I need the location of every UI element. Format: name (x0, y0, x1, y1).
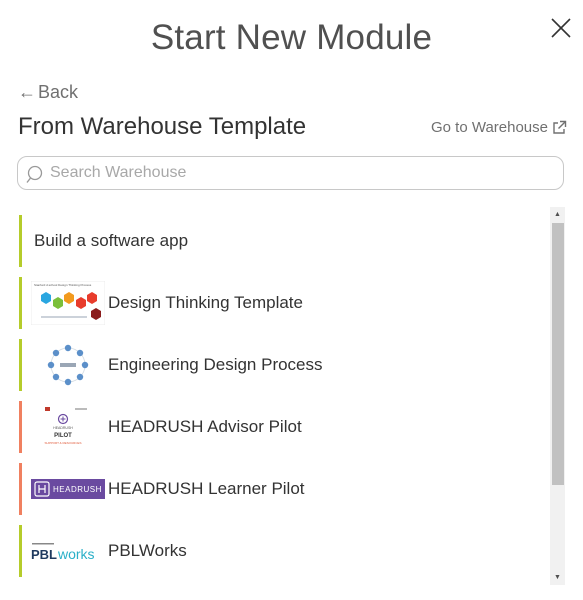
back-label: Back (38, 82, 79, 102)
modal-title: Start New Module (150, 18, 433, 57)
scroll-up-arrow-icon[interactable]: ▲ (550, 207, 565, 222)
headrush-banner-thumbnail: HEADRUSH (31, 467, 105, 511)
template-label: Engineering Design Process (108, 355, 323, 374)
search-icon (26, 165, 43, 183)
list-item[interactable]: HEADRUSH HEADRUSH Learner Pilot (19, 463, 542, 515)
headrush-banner-text: HEADRUSH (53, 485, 102, 494)
back-link[interactable]: ← Back (18, 82, 78, 103)
template-label: Design Thinking Template (108, 293, 303, 312)
engineering-cycle-thumbnail (31, 343, 105, 387)
external-link-icon (553, 120, 567, 134)
close-icon[interactable] (549, 16, 573, 40)
template-label: HEADRUSH Advisor Pilot (108, 417, 302, 436)
headrush-small-text: HEADRUSH (53, 426, 73, 430)
design-thumb-title: Stanford d.school Design Thinking Proces… (34, 283, 92, 287)
template-label: HEADRUSH Learner Pilot (108, 479, 305, 498)
go-to-warehouse-label: Go to Warehouse (430, 119, 548, 136)
template-label: PBLWorks (108, 541, 187, 560)
headrush-pilot-thumbnail: HEADRUSH PILOT SUPPORT & RESOURCES (31, 405, 105, 449)
design-thinking-thumbnail: Stanford d.school Design Thinking Proces… (30, 280, 106, 326)
list-item[interactable]: Engineering Design Process (19, 339, 542, 391)
back-arrow-icon: ← (18, 82, 36, 102)
headrush-support-text: SUPPORT & RESOURCES (44, 441, 81, 445)
template-label: Build a software app (34, 231, 189, 250)
scrollbar-thumb[interactable] (552, 223, 564, 485)
search-box[interactable] (17, 156, 564, 190)
pblworks-thumbnail: PBL works (31, 529, 105, 573)
headrush-pilot-text: PILOT (54, 433, 72, 439)
section-title: From Warehouse Template (18, 113, 307, 140)
template-list: Build a software app Stanford d.school D… (19, 213, 549, 585)
works-text: works (57, 546, 95, 562)
list-item[interactable]: PBL works PBLWorks (19, 525, 542, 577)
scroll-down-arrow-icon[interactable]: ▼ (550, 570, 565, 585)
list-item[interactable]: Build a software app (19, 215, 542, 267)
pbl-text: PBL (31, 547, 57, 562)
go-to-warehouse-link[interactable]: Go to Warehouse (431, 119, 567, 136)
search-input[interactable] (48, 163, 532, 183)
list-item[interactable]: Stanford d.school Design Thinking Proces… (19, 277, 542, 329)
list-item[interactable]: HEADRUSH PILOT SUPPORT & RESOURCES HEADR… (19, 401, 542, 453)
scrollbar[interactable]: ▲ ▼ (550, 207, 565, 585)
